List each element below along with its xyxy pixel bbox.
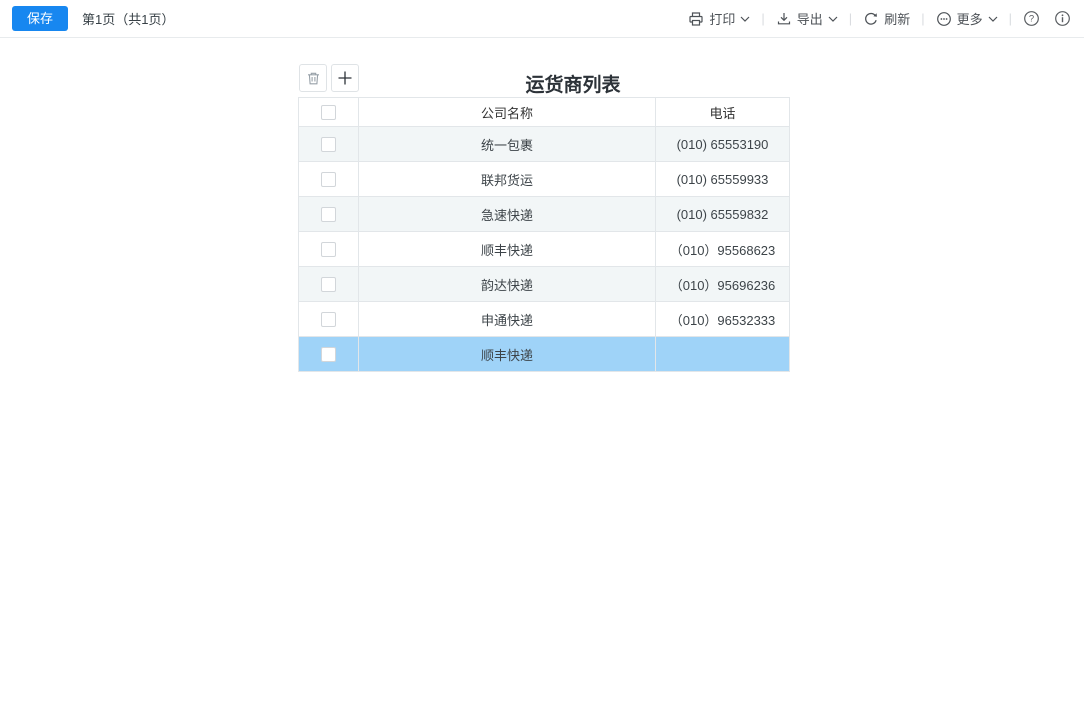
- checkbox-cell: [299, 197, 359, 232]
- table-body: 统一包裹 (010) 65553190 联邦货运 (010) 65559933 …: [299, 127, 790, 372]
- row-checkbox[interactable]: [321, 172, 336, 187]
- row-checkbox[interactable]: [321, 347, 336, 362]
- toolbar-separator: |: [849, 11, 852, 26]
- company-cell[interactable]: 申通快递: [359, 302, 656, 337]
- refresh-label: 刷新: [884, 9, 910, 28]
- row-checkbox[interactable]: [321, 207, 336, 222]
- phone-cell[interactable]: (010) 65559832: [656, 197, 790, 232]
- company-cell[interactable]: 顺丰快递: [359, 337, 656, 372]
- company-cell[interactable]: 急速快递: [359, 197, 656, 232]
- chevron-down-icon: [828, 16, 838, 22]
- delete-row-button[interactable]: [299, 64, 327, 92]
- table-header-row: 公司名称 电话: [299, 98, 790, 127]
- table-row[interactable]: 申通快递 （010）96532333: [299, 302, 790, 337]
- question-circle-icon: ?: [1023, 10, 1040, 27]
- plus-icon: [337, 70, 353, 86]
- company-cell[interactable]: 联邦货运: [359, 162, 656, 197]
- phone-cell[interactable]: [656, 337, 790, 372]
- row-checkbox[interactable]: [321, 312, 336, 327]
- svg-text:?: ?: [1029, 14, 1034, 25]
- print-label: 打印: [709, 9, 735, 28]
- more-button[interactable]: 更多: [936, 9, 998, 28]
- add-row-button[interactable]: [331, 64, 359, 92]
- checkbox-cell: [299, 302, 359, 337]
- page-indicator: 第1页（共1页）: [82, 9, 174, 28]
- ellipsis-circle-icon: [936, 11, 952, 27]
- company-cell[interactable]: 统一包裹: [359, 127, 656, 162]
- row-checkbox[interactable]: [321, 277, 336, 292]
- company-column-header: 公司名称: [359, 98, 656, 127]
- toolbar-separator: |: [921, 11, 924, 26]
- phone-cell[interactable]: （010）96532333: [656, 302, 790, 337]
- checkbox-cell: [299, 232, 359, 267]
- table-row[interactable]: 顺丰快递 （010）95568623: [299, 232, 790, 267]
- carrier-table: 公司名称 电话 统一包裹 (010) 65553190 联邦货运 (010) 6…: [298, 97, 790, 372]
- checkbox-cell: [299, 127, 359, 162]
- toolbar-actions: 打印 | 导出 |: [688, 9, 1084, 28]
- chevron-down-icon: [740, 16, 750, 22]
- toolbar-separator: |: [1009, 11, 1012, 26]
- table-row[interactable]: 顺丰快递: [299, 337, 790, 372]
- more-label: 更多: [957, 9, 983, 28]
- info-button[interactable]: [1054, 10, 1071, 27]
- company-cell[interactable]: 顺丰快递: [359, 232, 656, 267]
- chevron-down-icon: [988, 16, 998, 22]
- table-row[interactable]: 联邦货运 (010) 65559933: [299, 162, 790, 197]
- table-row[interactable]: 统一包裹 (010) 65553190: [299, 127, 790, 162]
- refresh-button[interactable]: 刷新: [863, 9, 910, 28]
- printer-icon: [688, 11, 704, 27]
- phone-cell[interactable]: (010) 65553190: [656, 127, 790, 162]
- toolbar-separator: |: [761, 11, 764, 26]
- phone-cell[interactable]: （010）95568623: [656, 232, 790, 267]
- trash-icon: [306, 71, 321, 86]
- export-button[interactable]: 导出: [776, 9, 838, 28]
- export-label: 导出: [797, 9, 823, 28]
- refresh-icon: [863, 11, 879, 27]
- row-checkbox[interactable]: [321, 137, 336, 152]
- page-title: 运货商列表: [525, 70, 620, 97]
- info-circle-icon: [1054, 10, 1071, 27]
- select-all-checkbox[interactable]: [321, 105, 336, 120]
- phone-column-header: 电话: [656, 98, 790, 127]
- toolbar: 保存 第1页（共1页） 打印 | 导: [0, 0, 1084, 38]
- checkbox-cell: [299, 162, 359, 197]
- download-icon: [776, 11, 792, 27]
- help-button[interactable]: ?: [1023, 10, 1040, 27]
- table-actions: [299, 64, 359, 92]
- table-row[interactable]: 韵达快递 （010）95696236: [299, 267, 790, 302]
- print-button[interactable]: 打印: [688, 9, 750, 28]
- checkbox-cell: [299, 267, 359, 302]
- select-all-header-cell: [299, 98, 359, 127]
- table-row[interactable]: 急速快递 (010) 65559832: [299, 197, 790, 232]
- phone-cell[interactable]: （010）95696236: [656, 267, 790, 302]
- save-button[interactable]: 保存: [12, 6, 68, 31]
- row-checkbox[interactable]: [321, 242, 336, 257]
- company-cell[interactable]: 韵达快递: [359, 267, 656, 302]
- phone-cell[interactable]: (010) 65559933: [656, 162, 790, 197]
- checkbox-cell: [299, 337, 359, 372]
